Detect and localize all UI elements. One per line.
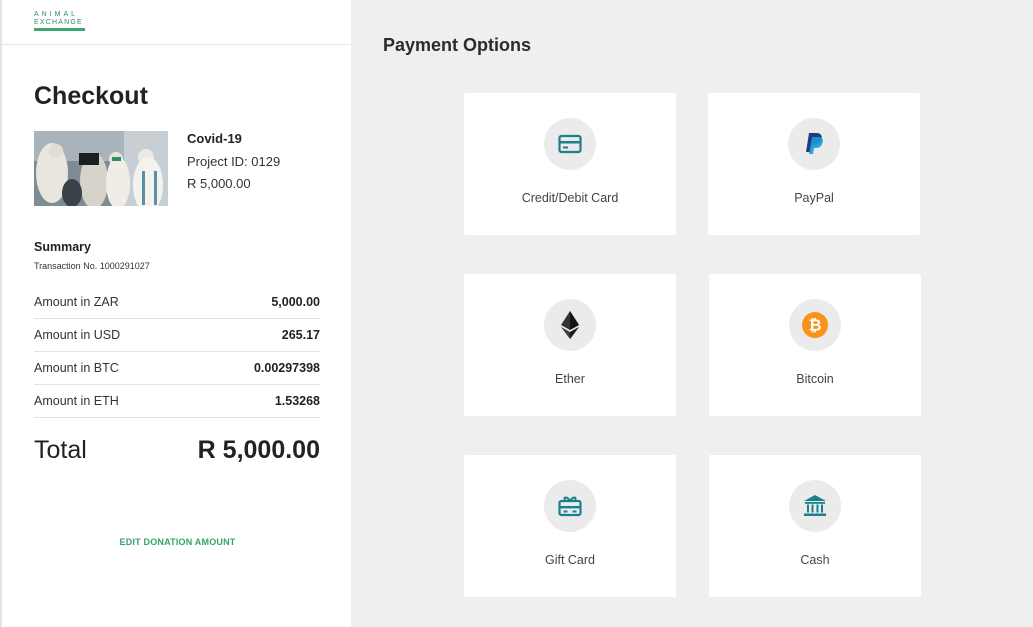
amount-row-zar: Amount in ZAR 5,000.00	[34, 286, 320, 319]
payment-option-bitcoin[interactable]: ₿ Bitcoin	[709, 274, 921, 416]
amount-label: Amount in ETH	[34, 394, 119, 408]
payment-option-label: Bitcoin	[796, 372, 834, 386]
payment-option-label: Ether	[555, 372, 585, 386]
brand-line-1: ANIMAL	[34, 11, 79, 18]
credit-card-icon	[544, 118, 596, 170]
project-amount: R 5,000.00	[187, 176, 251, 191]
gift-card-icon	[544, 480, 596, 532]
checkout-panel: ANIMAL EXCHANGE Checkout Covid-19 Projec…	[0, 0, 351, 627]
bitcoin-icon: ₿	[789, 299, 841, 351]
project-name: Covid-19	[187, 131, 242, 146]
payment-option-label: PayPal	[794, 191, 834, 205]
payment-option-card[interactable]: Credit/Debit Card	[464, 93, 676, 235]
amount-row-usd: Amount in USD 265.17	[34, 319, 320, 352]
brand-underline	[34, 28, 85, 31]
project-id: Project ID: 0129	[187, 154, 281, 169]
amount-label: Amount in BTC	[34, 361, 119, 375]
edit-donation-amount-link[interactable]: EDIT DONATION AMOUNT	[2, 537, 353, 547]
payment-option-ether[interactable]: Ether	[464, 274, 676, 416]
amount-value: 265.17	[281, 328, 320, 342]
amount-value: 1.53268	[274, 394, 320, 408]
amount-row-btc: Amount in BTC 0.00297398	[34, 352, 320, 385]
amount-table: Amount in ZAR 5,000.00 Amount in USD 265…	[34, 286, 320, 418]
amount-row-eth: Amount in ETH 1.53268	[34, 385, 320, 418]
project-image	[34, 131, 168, 206]
svg-text:₿: ₿	[808, 317, 821, 335]
brand-line-2: EXCHANGE	[34, 19, 83, 26]
summary-heading: Summary	[34, 240, 91, 254]
payment-option-cash[interactable]: Cash	[709, 455, 921, 597]
page-title: Checkout	[34, 82, 148, 110]
total-row: Total R 5,000.00	[34, 436, 320, 465]
payment-option-gift-card[interactable]: Gift Card	[464, 455, 676, 597]
payment-options-title: Payment Options	[383, 35, 532, 55]
amount-value: 5,000.00	[271, 295, 320, 309]
brand-logo[interactable]: ANIMAL EXCHANGE	[34, 11, 86, 33]
bank-icon	[789, 480, 841, 532]
payment-option-label: Cash	[800, 553, 830, 567]
top-bar: ANIMAL EXCHANGE	[2, 0, 351, 45]
payment-option-paypal[interactable]: PayPal	[708, 93, 920, 235]
amount-label: Amount in USD	[34, 328, 121, 342]
total-value: R 5,000.00	[197, 436, 320, 464]
paypal-icon	[788, 118, 840, 170]
amount-value: 0.00297398	[253, 361, 320, 375]
total-label: Total	[34, 436, 87, 464]
payment-option-label: Credit/Debit Card	[521, 191, 619, 205]
amount-label: Amount in ZAR	[34, 295, 119, 309]
payment-option-label: Gift Card	[544, 553, 595, 567]
ethereum-icon	[544, 299, 596, 351]
transaction-number: Transaction No. 1000291027	[34, 261, 150, 271]
